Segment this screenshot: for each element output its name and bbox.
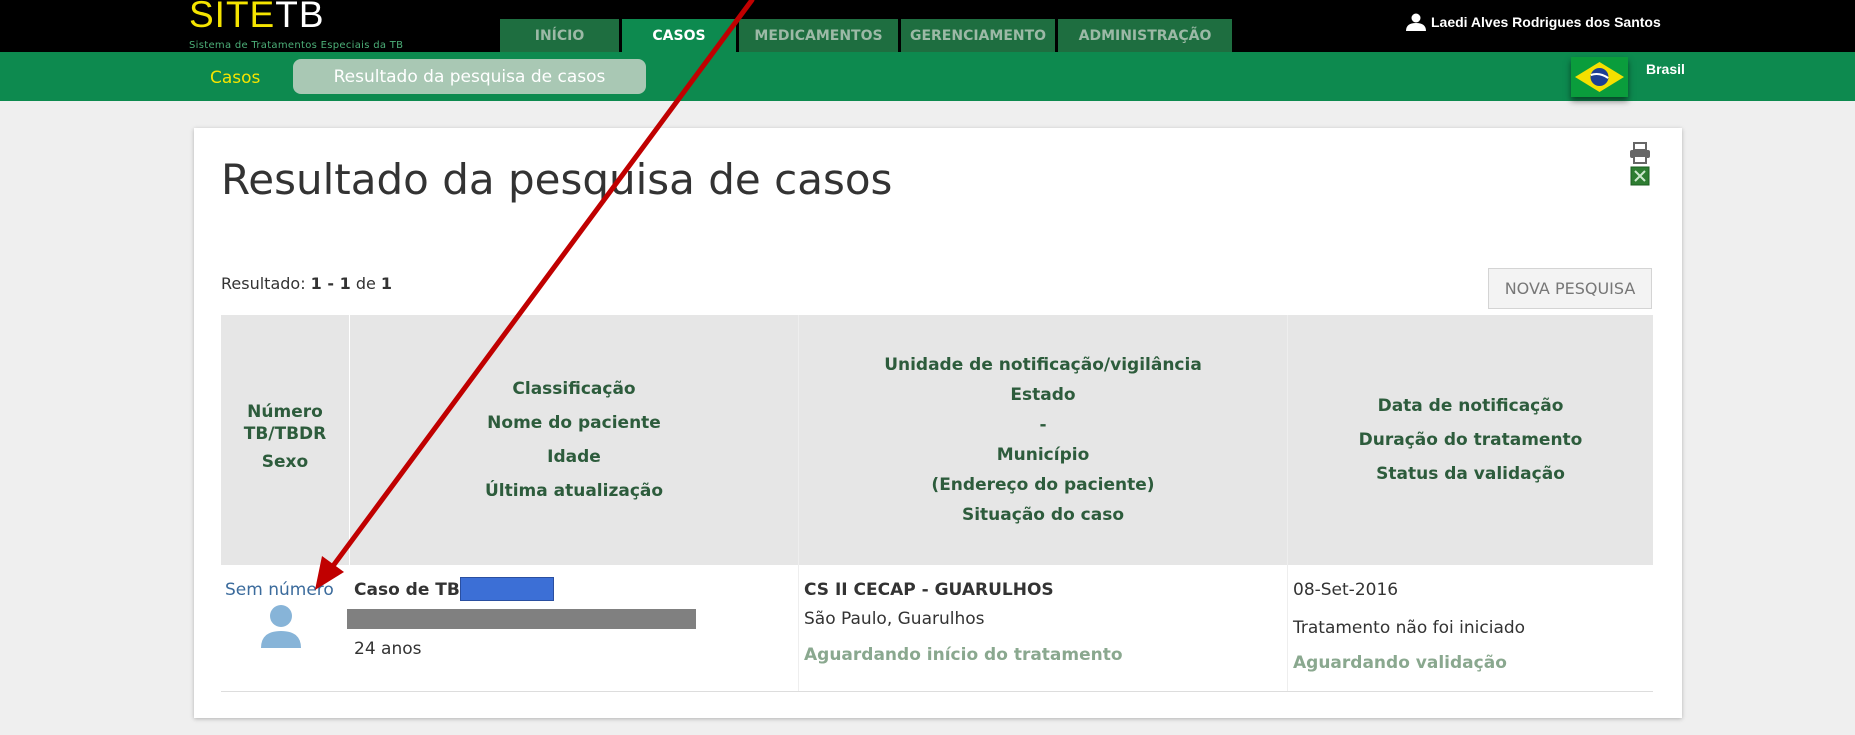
tab-administracao[interactable]: ADMINISTRAÇÃO: [1058, 19, 1232, 52]
case-status: Aguardando início do tratamento: [804, 645, 1123, 665]
column-header-number[interactable]: Número TB/TBDR Sexo: [221, 315, 349, 565]
case-classification[interactable]: Caso de TB: [354, 580, 460, 600]
validation-status: Aguardando validação: [1293, 653, 1507, 673]
redacted-patient-name: [347, 609, 696, 629]
patient-avatar-icon: [261, 605, 301, 648]
row-divider: [221, 691, 1653, 692]
sitetb-logo[interactable]: SITETB: [189, 0, 325, 36]
patient-location: São Paulo, Guarulhos: [804, 609, 985, 629]
column-header-patient[interactable]: Classificação Nome do paciente Idade Últ…: [350, 315, 798, 565]
case-number-link[interactable]: Sem número: [225, 580, 334, 600]
breadcrumb-casos[interactable]: Casos: [210, 68, 260, 88]
new-search-button[interactable]: NOVA PESQUISA: [1488, 268, 1652, 309]
user-icon: [1406, 13, 1426, 31]
page-title: Resultado da pesquisa de casos: [221, 155, 893, 204]
tab-inicio[interactable]: INÍCIO: [500, 19, 619, 52]
brazil-flag-icon[interactable]: [1571, 57, 1628, 97]
print-icon[interactable]: [1628, 142, 1652, 164]
breadcrumb-current: Resultado da pesquisa de casos: [293, 59, 646, 94]
treatment-duration: Tratamento não foi iniciado: [1293, 618, 1526, 638]
notification-unit: CS II CECAP - GUARULHOS: [804, 580, 1054, 600]
brand-subtitle: Sistema de Tratamentos Especiais da TB: [189, 40, 404, 51]
redacted-case-id: [460, 577, 554, 601]
tab-gerenciamento[interactable]: GERENCIAMENTO: [901, 19, 1055, 52]
user-name: Laedi Alves Rodrigues dos Santos: [1431, 14, 1661, 30]
main-nav-tabs: INÍCIO CASOS MEDICAMENTOS GERENCIAMENTO …: [500, 19, 1235, 52]
notification-date: 08-Set-2016: [1293, 580, 1399, 600]
result-count: Resultado: 1 - 1 de 1: [221, 274, 393, 293]
patient-age: 24 anos: [354, 639, 422, 659]
column-header-dates[interactable]: Data de notificação Duração do tratament…: [1288, 315, 1653, 565]
tab-casos[interactable]: CASOS: [622, 19, 736, 52]
tab-medicamentos[interactable]: MEDICAMENTOS: [739, 19, 898, 52]
excel-export-icon[interactable]: [1630, 166, 1650, 186]
user-menu[interactable]: Laedi Alves Rodrigues dos Santos: [1405, 13, 1661, 31]
country-label: Brasil: [1646, 61, 1685, 77]
column-header-unit[interactable]: Unidade de notificação/vigilância Estado…: [799, 315, 1287, 565]
